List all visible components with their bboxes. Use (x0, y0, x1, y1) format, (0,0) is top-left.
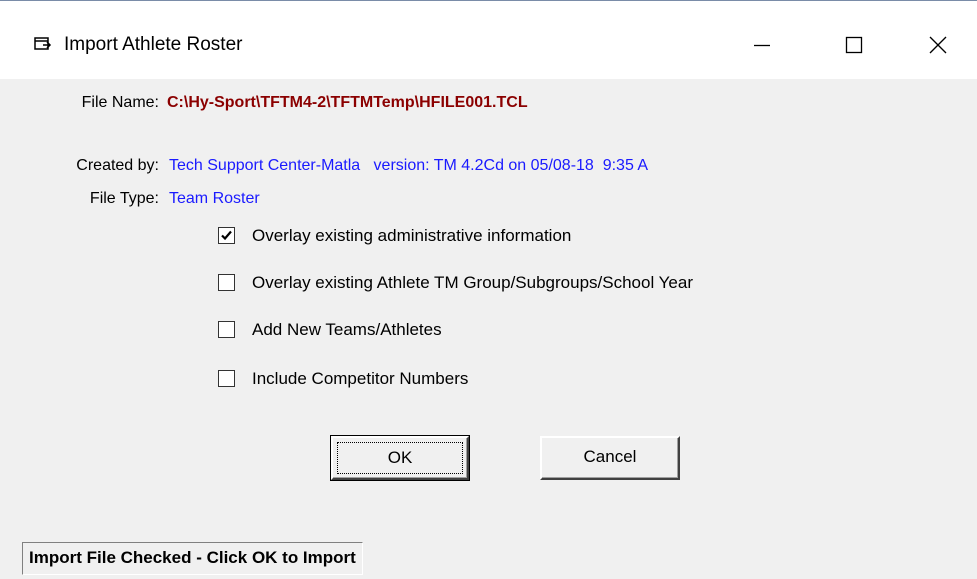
file-name-value: C:\Hy-Sport\TFTM4-2\TFTMTemp\HFILE001.TC… (167, 94, 528, 111)
checkmark-icon (221, 230, 232, 241)
minimize-button[interactable] (739, 23, 785, 67)
cancel-button[interactable]: Cancel (540, 436, 680, 480)
overlay-group-checkbox[interactable] (218, 274, 235, 291)
competitor-numbers-checkbox[interactable] (218, 370, 235, 387)
window-title: Import Athlete Roster (64, 34, 243, 55)
app-window-icon (34, 36, 52, 52)
close-button[interactable] (915, 23, 961, 67)
status-message: Import File Checked - Click OK to Import (22, 542, 363, 575)
overlay-admin-checkbox[interactable] (218, 227, 235, 244)
minimize-icon (754, 44, 770, 47)
created-by-value: Tech Support Center-Matla version: TM 4.… (169, 157, 649, 174)
ok-button-label: OK (337, 442, 463, 474)
file-type-value: Team Roster (169, 190, 260, 207)
file-name-label: File Name: (81, 94, 159, 111)
overlay-group-label: Overlay existing Athlete TM Group/Subgro… (252, 273, 693, 292)
add-new-checkbox[interactable] (218, 321, 235, 338)
ok-button[interactable]: OK (330, 435, 470, 481)
add-new-label: Add New Teams/Athletes (252, 320, 442, 339)
maximize-button[interactable] (831, 23, 877, 67)
dialog-body: File Name: C:\Hy-Sport\TFTM4-2\TFTMTemp\… (0, 79, 977, 579)
title-bar[interactable]: Import Athlete Roster (0, 0, 977, 79)
competitor-numbers-label: Include Competitor Numbers (252, 369, 469, 388)
close-icon (929, 36, 947, 54)
overlay-admin-label: Overlay existing administrative informat… (252, 226, 572, 245)
file-type-label: File Type: (89, 190, 159, 207)
created-by-label: Created by: (76, 157, 159, 174)
maximize-icon (845, 36, 863, 54)
